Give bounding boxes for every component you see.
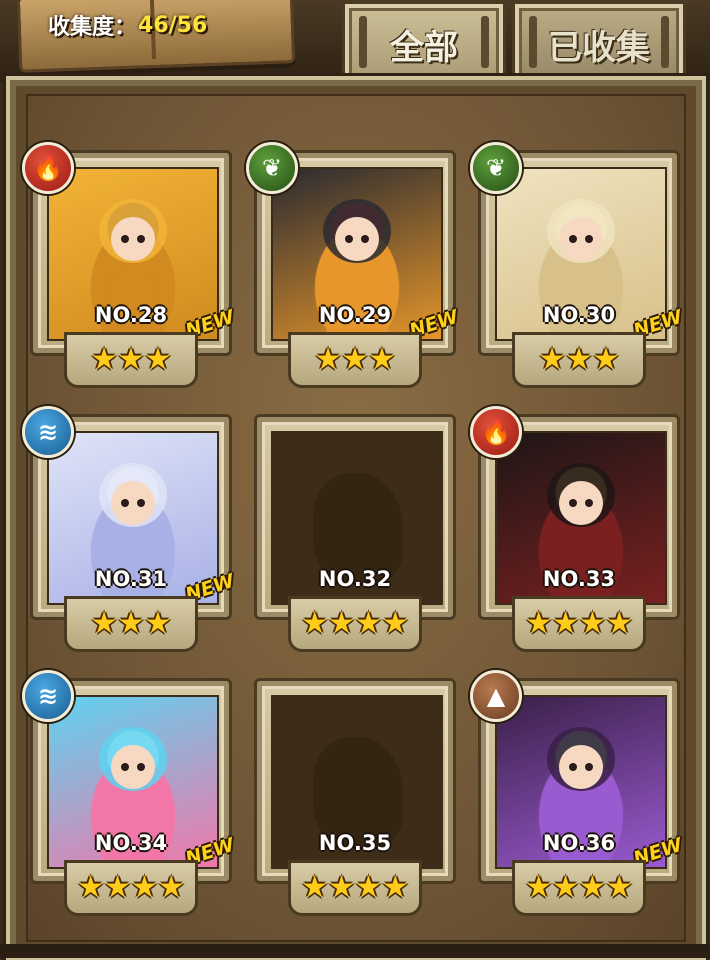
leaf-icon: ❦ <box>246 142 298 194</box>
collection-label: 收集度： <box>48 15 137 40</box>
collection-progress: 收集度： 46/56 <box>48 10 208 41</box>
character-card[interactable]: NO.31 NEW ≋ ★ ★ ★ <box>22 406 237 652</box>
star-icon: ★ <box>355 870 382 905</box>
star-icon: ★ <box>131 870 158 905</box>
star-rating: ★ ★ ★ <box>64 332 198 388</box>
tab-all[interactable]: 全部 <box>342 1 506 87</box>
star-icon: ★ <box>157 870 185 905</box>
star-icon: ★ <box>328 870 355 905</box>
star-icon: ★ <box>90 606 118 641</box>
star-icon: ★ <box>90 342 118 377</box>
star-icon: ★ <box>144 342 172 377</box>
card-number: NO.35 <box>318 831 392 855</box>
star-icon: ★ <box>314 342 342 377</box>
fire-icon: 🔥 <box>22 142 74 194</box>
collection-value: 46/56 <box>138 12 208 38</box>
card-frame: NO.35 <box>254 678 456 884</box>
star-icon: ★ <box>579 606 606 641</box>
character-card[interactable]: NO.36 NEW ▲ ★ ★ ★ ★ <box>470 670 685 916</box>
star-rating: ★ ★ ★ ★ <box>64 860 198 916</box>
card-number: NO.33 <box>542 567 616 591</box>
star-icon: ★ <box>592 342 620 377</box>
star-icon: ★ <box>538 342 566 377</box>
star-icon: ★ <box>525 606 553 641</box>
star-icon: ★ <box>565 342 593 377</box>
leaf-icon: ❦ <box>470 142 522 194</box>
star-icon: ★ <box>381 870 409 905</box>
tab-ornament <box>359 16 367 68</box>
star-icon: ★ <box>552 606 579 641</box>
tab-ornament <box>661 16 669 68</box>
star-icon: ★ <box>381 606 409 641</box>
star-icon: ★ <box>117 606 145 641</box>
character-card[interactable]: NO.29 NEW ❦ ★ ★ ★ <box>246 142 461 388</box>
water-icon: ≋ <box>22 406 74 458</box>
star-rating: ★ ★ ★ ★ <box>512 860 646 916</box>
character-card[interactable]: NO.30 NEW ❦ ★ ★ ★ <box>470 142 685 388</box>
star-icon: ★ <box>368 342 396 377</box>
star-icon: ★ <box>552 870 579 905</box>
earth-icon: ▲ <box>470 670 522 722</box>
star-icon: ★ <box>341 342 369 377</box>
character-card[interactable]: NO.33 🔥 ★ ★ ★ ★ <box>470 406 680 652</box>
tab-all-label: 全部 <box>390 27 458 68</box>
character-card[interactable]: NO.35 ★ ★ ★ ★ <box>254 678 456 916</box>
bottom-bar <box>0 944 710 958</box>
tab-collected[interactable]: 已收集 <box>512 1 686 87</box>
star-icon: ★ <box>301 870 329 905</box>
star-icon: ★ <box>355 606 382 641</box>
star-icon: ★ <box>328 606 355 641</box>
star-rating: ★ ★ ★ <box>64 596 198 652</box>
star-icon: ★ <box>525 870 553 905</box>
star-rating: ★ ★ ★ <box>512 332 646 388</box>
star-rating: ★ ★ ★ ★ <box>288 596 422 652</box>
star-icon: ★ <box>579 870 606 905</box>
tab-ornament <box>529 16 537 68</box>
fire-icon: 🔥 <box>470 406 522 458</box>
star-rating: ★ ★ ★ <box>288 332 422 388</box>
star-rating: ★ ★ ★ ★ <box>512 596 646 652</box>
star-icon: ★ <box>301 606 329 641</box>
star-icon: ★ <box>144 606 172 641</box>
star-icon: ★ <box>104 870 131 905</box>
star-rating: ★ ★ ★ ★ <box>288 860 422 916</box>
star-icon: ★ <box>605 606 633 641</box>
character-card[interactable]: NO.32 ★ ★ ★ ★ <box>254 414 456 652</box>
character-card[interactable]: NO.28 NEW 🔥 ★ ★ ★ <box>22 142 237 388</box>
character-card[interactable]: NO.34 NEW ≋ ★ ★ ★ ★ <box>22 670 237 916</box>
star-icon: ★ <box>77 870 105 905</box>
card-frame: NO.32 <box>254 414 456 620</box>
tab-collected-label: 已收集 <box>548 27 650 68</box>
card-number: NO.32 <box>318 567 392 591</box>
water-icon: ≋ <box>22 670 74 722</box>
star-icon: ★ <box>117 342 145 377</box>
star-icon: ★ <box>605 870 633 905</box>
tab-ornament <box>481 16 489 68</box>
